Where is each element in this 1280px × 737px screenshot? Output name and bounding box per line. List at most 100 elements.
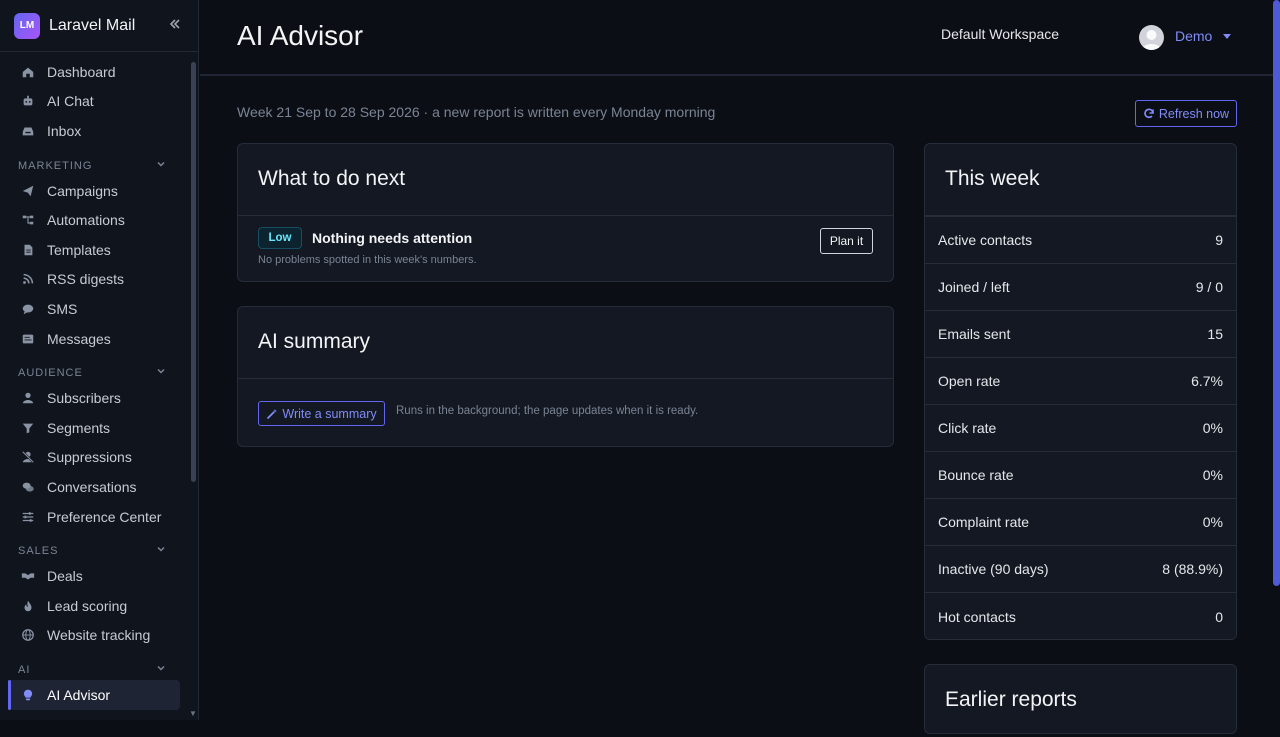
next-steps-card: What to do next Low Nothing needs attent… (237, 143, 894, 282)
magic-wand-icon (267, 408, 278, 419)
collapse-sidebar-icon[interactable] (168, 17, 182, 31)
sidebar-item-templates[interactable]: Templates (0, 235, 190, 265)
chevron-down-icon[interactable] (1223, 34, 1231, 39)
stat-label: Joined / left (938, 279, 1010, 295)
page-title: AI Advisor (237, 20, 364, 51)
plan-it-button[interactable]: Plan it (820, 228, 873, 254)
sidebar-section-sales[interactable]: SALES (0, 531, 190, 561)
sidebar-item-label: Campaigns (47, 182, 118, 199)
sidebar-item-conversations[interactable]: Conversations (0, 472, 190, 502)
stat-row: Inactive (90 days) 8 (88.9%) (925, 546, 1236, 593)
sidebar-item-dashboard[interactable]: Dashboard (0, 57, 190, 87)
sliders-icon (20, 509, 36, 525)
this-week-card: This week Active contacts 9 Joined / left 9… (924, 143, 1237, 640)
sidebar-section-ai[interactable]: AI (0, 650, 190, 680)
inbox-icon (20, 123, 36, 139)
stat-label: Complaint rate (938, 514, 1030, 530)
stat-row: Click rate 0% (925, 405, 1236, 452)
sidebar-item-messages[interactable]: Messages (0, 324, 190, 354)
rss-icon (20, 271, 36, 287)
sidebar-item-label: Segments (47, 419, 111, 436)
sidebar-item-label: Templates (47, 241, 111, 258)
chevron-down-icon[interactable] (156, 544, 166, 557)
sidebar-item-lead-scoring[interactable]: Lead scoring (0, 591, 190, 621)
stat-value: 0 (1215, 608, 1223, 625)
sidebar-item-preference-center[interactable]: Preference Center (0, 502, 190, 532)
ai-summary-title: AI summary (238, 307, 893, 379)
sms-icon (20, 301, 36, 317)
sidebar-item-inbox[interactable]: Inbox (0, 116, 190, 146)
sidebar-item-label: Deals (47, 568, 83, 585)
ai-summary-card: AI summary Write a summary Runs in the b… (237, 306, 894, 447)
sidebar-item-label: Inbox (47, 122, 82, 139)
messages-icon (20, 331, 36, 347)
write-summary-button[interactable]: Write a summary (258, 401, 385, 426)
app-name: Laravel Mail (49, 16, 136, 34)
sidebar-nav: Dashboard AI Chat Inbox MARKETING Campaigns A… (0, 57, 190, 710)
filter-icon (20, 420, 36, 436)
sidebar-item-ai-advisor[interactable]: AI Advisor (8, 680, 180, 710)
avatar[interactable] (1139, 25, 1164, 50)
robot-icon (20, 93, 36, 109)
sidebar-section-title: AUDIENCE (18, 367, 83, 380)
sidebar-item-sms[interactable]: SMS (0, 294, 190, 324)
sidebar: LM Laravel Mail Dashboard AI Chat Inbox MAR… (0, 0, 199, 720)
earlier-reports-title: Earlier reports (945, 688, 1077, 711)
user-menu[interactable]: Demo (1175, 28, 1212, 44)
earlier-reports-card: Earlier reports (924, 664, 1237, 734)
sidebar-item-suppressions[interactable]: Suppressions (0, 443, 190, 473)
handshake-icon (20, 568, 36, 584)
chevron-down-icon[interactable] (156, 663, 166, 676)
logo: LM (14, 12, 40, 39)
sidebar-item-label: Messages (47, 330, 111, 347)
stat-row: Open rate 6.7% (925, 358, 1236, 405)
sidebar-section-title: SALES (18, 545, 59, 558)
stat-value: 0% (1202, 420, 1223, 436)
sidebar-item-deals[interactable]: Deals (0, 561, 190, 591)
sidebar-scrollbar[interactable] (191, 62, 196, 482)
workspace-switcher[interactable]: Default Workspace (941, 26, 1059, 42)
scroll-down-icon[interactable]: ▼ (189, 709, 197, 718)
fire-icon (20, 598, 36, 614)
page-scrollbar[interactable] (1273, 0, 1280, 586)
stats-list: Active contacts 9 Joined / left 9 / 0 Emails… (925, 217, 1236, 640)
sidebar-item-segments[interactable]: Segments (0, 413, 190, 443)
sidebar-item-label: Conversations (47, 478, 137, 495)
write-summary-label: Write a summary (282, 406, 377, 421)
stat-label: Hot contacts (938, 608, 1016, 625)
stat-value: 0% (1202, 514, 1223, 530)
sidebar-item-label: Dashboard (47, 63, 116, 80)
priority-badge: Low (258, 227, 302, 249)
sidebar-section-title: AI (18, 664, 31, 677)
stat-row: Active contacts 9 (925, 217, 1236, 264)
stat-row: Emails sent 15 (925, 311, 1236, 358)
sidebar-section-title: MARKETING (18, 159, 93, 172)
this-week-title: This week (925, 144, 1236, 217)
stat-value: 8 (88.9%) (1162, 561, 1223, 577)
file-icon (20, 242, 36, 258)
chevron-down-icon[interactable] (156, 366, 166, 379)
stat-label: Active contacts (938, 232, 1033, 248)
sidebar-item-label: Lead scoring (47, 597, 128, 614)
summary-note: Runs in the background; the page updates… (396, 405, 699, 417)
sidebar-item-label: Suppressions (47, 449, 132, 466)
stat-row: Joined / left 9 / 0 (925, 264, 1236, 311)
globe-icon (20, 627, 36, 643)
sidebar-item-automations[interactable]: Automations (0, 205, 190, 235)
sidebar-item-campaigns[interactable]: Campaigns (0, 176, 190, 206)
sidebar-item-label: Automations (47, 212, 125, 229)
top-bar: AI Advisor Default Workspace Demo (200, 0, 1280, 76)
sidebar-item-ai-chat[interactable]: AI Chat (0, 87, 190, 117)
week-range: Week 21 Sep to 28 Sep 2026 · a new repor… (237, 104, 716, 120)
stat-value: 6.7% (1191, 373, 1223, 389)
sidebar-item-subscribers[interactable]: Subscribers (0, 383, 190, 413)
sidebar-item-rss-digests[interactable]: RSS digests (0, 265, 190, 295)
chevron-down-icon[interactable] (156, 159, 166, 172)
stat-label: Emails sent (938, 326, 1011, 342)
refresh-button[interactable]: Refresh now (1135, 100, 1237, 127)
sidebar-item-website-tracking[interactable]: Website tracking (0, 621, 190, 651)
stat-label: Open rate (938, 373, 1001, 389)
sidebar-section-marketing[interactable]: MARKETING (0, 146, 190, 176)
lightbulb-icon (20, 687, 36, 703)
sidebar-section-audience[interactable]: AUDIENCE (0, 353, 190, 383)
